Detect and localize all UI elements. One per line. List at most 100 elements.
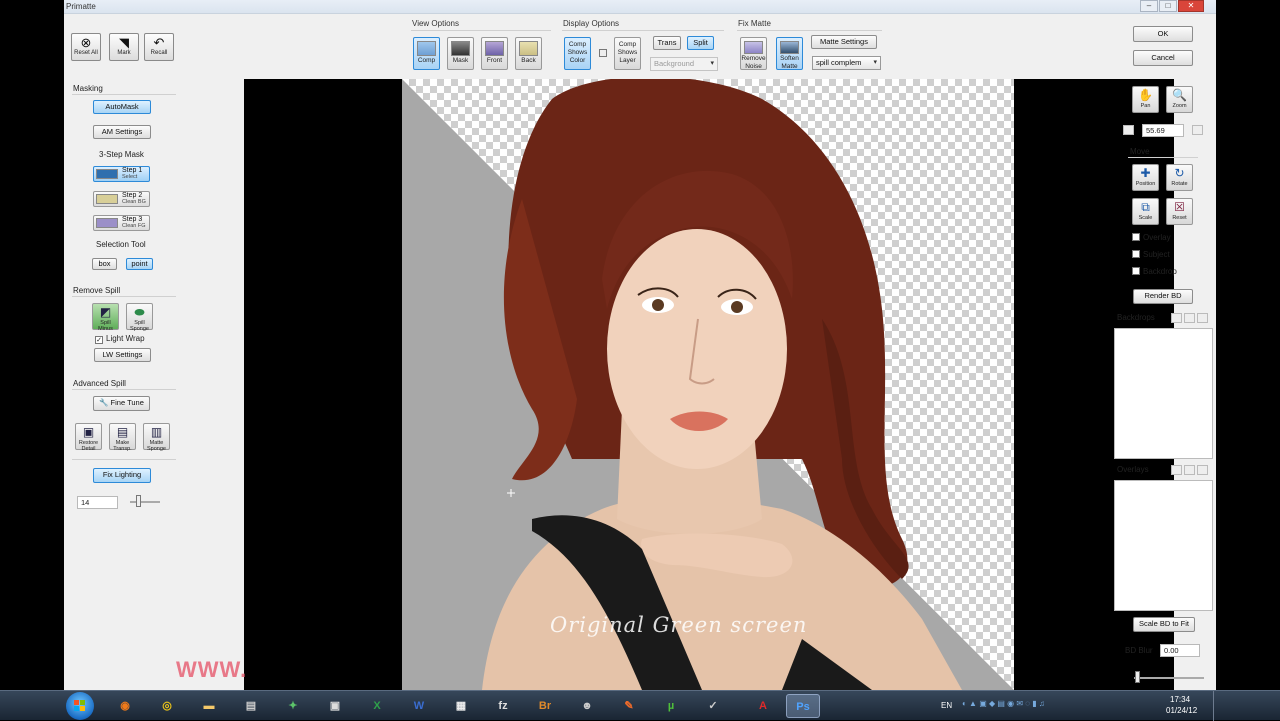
step-2-button[interactable]: Step 2 Clean BG <box>93 191 150 207</box>
view-mask-button[interactable]: Mask <box>447 37 474 70</box>
step-1-button[interactable]: Step 1 Select <box>93 166 150 182</box>
position-button[interactable]: ✚ Position <box>1132 164 1159 191</box>
folder-icon[interactable]: ▬ <box>192 694 226 718</box>
zoom-minus-button[interactable] <box>1123 125 1134 135</box>
lighting-value-field[interactable]: 14 <box>77 496 118 509</box>
recall-button[interactable]: ↶ Recall <box>144 33 174 61</box>
zoom-button[interactable]: 🔍 Zoom <box>1166 86 1193 113</box>
backdrops-edit-button[interactable] <box>1184 313 1195 323</box>
overlays-remove-button[interactable] <box>1197 465 1208 475</box>
close-button[interactable]: ✕ <box>1178 0 1204 12</box>
paint-icon[interactable]: ✎ <box>612 694 646 718</box>
app-icon[interactable]: ✦ <box>276 694 310 718</box>
backdrop-checkbox[interactable]: Backdrop <box>1132 267 1177 276</box>
filezilla-icon[interactable]: fz <box>486 694 520 718</box>
overlays-edit-button[interactable] <box>1184 465 1195 475</box>
check-app-icon[interactable]: ✓ <box>696 694 730 718</box>
scale-button[interactable]: ⧉ Scale <box>1132 198 1159 225</box>
fine-tune-button[interactable]: 🔧 Fine Tune <box>93 396 150 411</box>
trans-button[interactable]: Trans <box>653 36 681 50</box>
automask-button[interactable]: AutoMask <box>93 100 151 114</box>
light-wrap-checkbox[interactable]: ✓ Light Wrap <box>95 334 145 344</box>
bd-blur-slider-track[interactable] <box>1134 677 1204 679</box>
language-indicator[interactable]: EN <box>941 701 952 710</box>
excel-icon[interactable]: X <box>360 694 394 718</box>
minimize-button[interactable]: – <box>1140 0 1158 12</box>
notepad-icon[interactable]: ▦ <box>444 694 478 718</box>
view-comp-button[interactable]: Comp <box>413 37 440 70</box>
left-panel: Masking AutoMask AM Settings 3-Step Mask… <box>64 79 180 690</box>
word-icon[interactable]: W <box>402 694 436 718</box>
comp-shows-color-button[interactable]: Comp Shows Color <box>564 37 591 70</box>
display-toggle[interactable] <box>599 49 607 57</box>
pan-button[interactable]: ✋ Pan <box>1132 86 1159 113</box>
view-front-button[interactable]: Front <box>481 37 508 70</box>
ftp-icon[interactable]: ▤ <box>234 694 268 718</box>
user-icon[interactable]: ☻ <box>570 694 604 718</box>
lighting-slider-track[interactable] <box>130 501 160 503</box>
bd-blur-field[interactable]: 0.00 <box>1160 644 1200 657</box>
spill-minus-button[interactable]: ◩ Spill Minus <box>92 303 119 332</box>
render-bd-button[interactable]: Render BD <box>1133 289 1193 304</box>
comp-shows-layer-button[interactable]: Comp Shows Layer <box>614 37 641 70</box>
clock-date[interactable]: 01/24/12 <box>1166 706 1197 715</box>
backdrops-add-button[interactable] <box>1171 313 1182 323</box>
restore-detail-button[interactable]: ▣ Restore Detail <box>75 423 102 452</box>
subject-checkbox[interactable]: Subject <box>1132 250 1170 259</box>
image-canvas[interactable]: Original Green screen <box>402 79 1014 690</box>
maximize-button[interactable]: □ <box>1159 0 1177 12</box>
masking-title: Masking <box>73 84 103 93</box>
clock-time[interactable]: 17:34 <box>1170 695 1190 704</box>
bd-blur-slider-thumb[interactable] <box>1135 671 1140 683</box>
acrobat-icon[interactable]: A <box>746 694 780 718</box>
background-select[interactable]: Background ▾ <box>650 57 718 71</box>
reset-transform-button[interactable]: ☒ Reset <box>1166 198 1193 225</box>
cancel-button[interactable]: Cancel <box>1133 50 1193 66</box>
matte-sponge-button[interactable]: ▥ Matte Sponge <box>143 423 170 452</box>
zoom-plus-button[interactable] <box>1192 125 1203 135</box>
backdrops-list[interactable] <box>1114 328 1213 459</box>
rotate-button[interactable]: ↻ Rotate <box>1166 164 1193 191</box>
bridge-icon[interactable]: Br <box>528 694 562 718</box>
spill-sponge-button[interactable]: ⬬ Spill Sponge <box>126 303 153 332</box>
overlays-list[interactable] <box>1114 480 1213 611</box>
reset-all-button[interactable]: ⊗ Reset All <box>71 33 101 61</box>
backdrops-title: Backdrops <box>1117 313 1155 322</box>
backdrops-remove-button[interactable] <box>1197 313 1208 323</box>
display-options-title: Display Options <box>563 19 620 28</box>
spill-minus-icon: ◩ <box>99 305 112 319</box>
zoom-value-field[interactable]: 55.69 <box>1142 124 1184 137</box>
am-settings-button[interactable]: AM Settings <box>93 125 151 139</box>
box-tool-button[interactable]: box <box>92 258 117 270</box>
utorrent-icon[interactable]: µ <box>654 694 688 718</box>
matte-sponge-icon: ▥ <box>150 425 163 439</box>
overlays-add-button[interactable] <box>1171 465 1182 475</box>
firefox-icon[interactable]: ◉ <box>108 694 142 718</box>
step-3-button[interactable]: Step 3 Clean FG <box>93 215 150 231</box>
split-button[interactable]: Split <box>687 36 714 50</box>
tray-icons[interactable]: ◐ ▲ ▣ ◆ ▤ ◉ ✉ ◌ ▮ ♫ <box>962 699 1045 708</box>
point-tool-button[interactable]: point <box>126 258 153 270</box>
move-title: Move <box>1130 147 1150 156</box>
view-back-button[interactable]: Back <box>515 37 542 70</box>
show-desktop-button[interactable] <box>1213 691 1221 721</box>
lw-settings-button[interactable]: LW Settings <box>94 348 151 362</box>
soften-matte-button[interactable]: Soften Matte <box>776 37 803 70</box>
media-icon[interactable]: ▣ <box>318 694 352 718</box>
start-button[interactable] <box>66 692 94 720</box>
photoshop-icon[interactable]: Ps <box>786 694 820 718</box>
make-transp-button[interactable]: ▤ Make Transp. <box>109 423 136 452</box>
divider <box>737 30 882 31</box>
ok-button[interactable]: OK <box>1133 26 1193 42</box>
spill-select[interactable]: spill complem ▾ <box>812 56 881 70</box>
scale-bd-to-fit-button[interactable]: Scale BD to Fit <box>1133 617 1195 632</box>
lighting-slider-thumb[interactable] <box>136 495 141 507</box>
remove-noise-button[interactable]: Remove Noise <box>740 37 767 70</box>
matte-settings-button[interactable]: Matte Settings <box>811 35 877 49</box>
fix-matte-title: Fix Matte <box>738 19 771 28</box>
fix-lighting-button[interactable]: Fix Lighting <box>93 468 151 483</box>
canvas-caption: Original Green screen <box>550 613 808 637</box>
chrome-icon[interactable]: ◎ <box>150 694 184 718</box>
mark-button[interactable]: ◥ Mark <box>109 33 139 61</box>
overlay-checkbox[interactable]: Overlay <box>1132 233 1171 242</box>
